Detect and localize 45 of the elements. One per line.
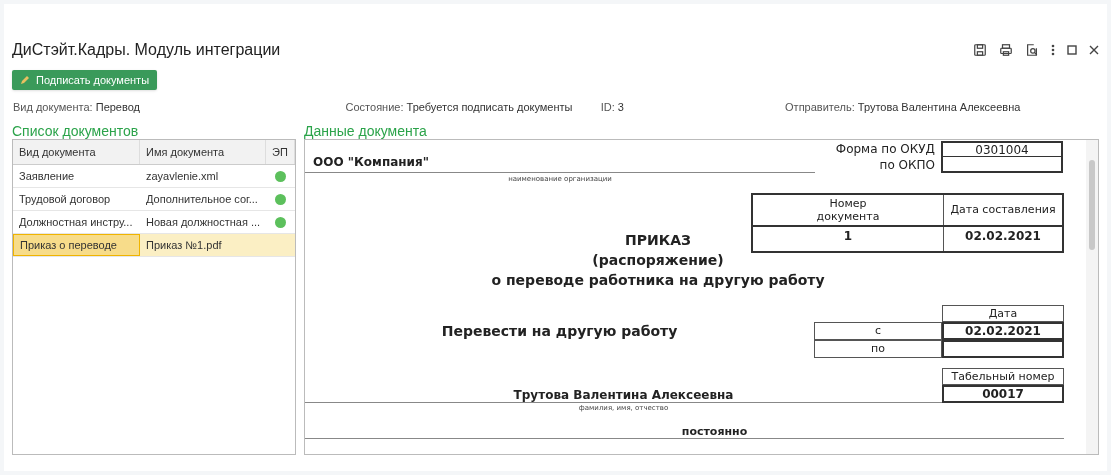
info-field: Вид документа: Перевод [12, 99, 346, 113]
pen-icon [20, 75, 30, 85]
preview-icon[interactable] [1025, 43, 1039, 57]
save-icon[interactable] [973, 43, 987, 57]
scrollbar[interactable] [1086, 140, 1098, 454]
personnel-number: 00017 [942, 385, 1064, 403]
table-cell[interactable]: Новая должностная ... [140, 211, 266, 233]
order-heading: о переводе работника на другую работу [491, 270, 825, 290]
info-field: ID: 3 [600, 99, 786, 113]
table-header: Дата [942, 305, 1064, 322]
table-cell[interactable]: Трудовой договор [13, 188, 140, 210]
info-field: Состояние: Требуется подписать документы [345, 99, 601, 113]
action-title: Перевести на другую работу [441, 322, 678, 341]
document-date: 02.02.2021 [964, 228, 1042, 245]
organization-name: ООО "Компания" [313, 154, 429, 171]
table-cell[interactable]: zayavlenie.xml [140, 165, 266, 187]
column-header[interactable]: Имя документа [140, 140, 266, 164]
table-cell[interactable]: Приказ о переводе [13, 234, 140, 256]
column-header[interactable]: Вид документа [13, 140, 140, 164]
column-header[interactable]: ЭП [266, 140, 295, 164]
panel-title: Список документов [12, 122, 140, 139]
okpo-label: по ОКПО [879, 157, 935, 173]
okud-value: 0301004 [943, 143, 1061, 157]
table-cell[interactable]: Должностная инстру... [13, 211, 140, 233]
employee-name: Трутова Валентина Алексеевна [513, 388, 734, 402]
to-label: по [814, 340, 942, 358]
from-label: с [814, 322, 942, 340]
maximize-icon[interactable] [1067, 45, 1077, 55]
close-icon[interactable] [1089, 45, 1099, 55]
panel-title: Данные документа [304, 122, 428, 139]
from-date: 02.02.2021 [942, 322, 1064, 340]
table-cell[interactable]: Приказ №1.pdf [140, 234, 266, 256]
window-title: ДиСтэйт.Кадры. Модуль интеграции [12, 40, 281, 60]
table-header: Номер документа [753, 195, 944, 225]
more-icon[interactable] [1051, 44, 1055, 56]
table-header: Дата составления [949, 201, 1057, 218]
table-cell[interactable]: Дополнительное сог... [140, 188, 266, 210]
document-number: 1 [753, 227, 944, 251]
sign-documents-button[interactable]: Подписать документы [12, 70, 158, 90]
info-field: Отправитель: Трутова Валентина Алексеевна [785, 99, 1099, 113]
table-header: Табельный номер [942, 368, 1064, 385]
transfer-kind: постоянно [680, 425, 748, 438]
okud-label: Форма по ОКУД [835, 141, 935, 157]
table-cell[interactable]: Заявление [13, 165, 140, 187]
print-icon[interactable] [999, 43, 1013, 57]
